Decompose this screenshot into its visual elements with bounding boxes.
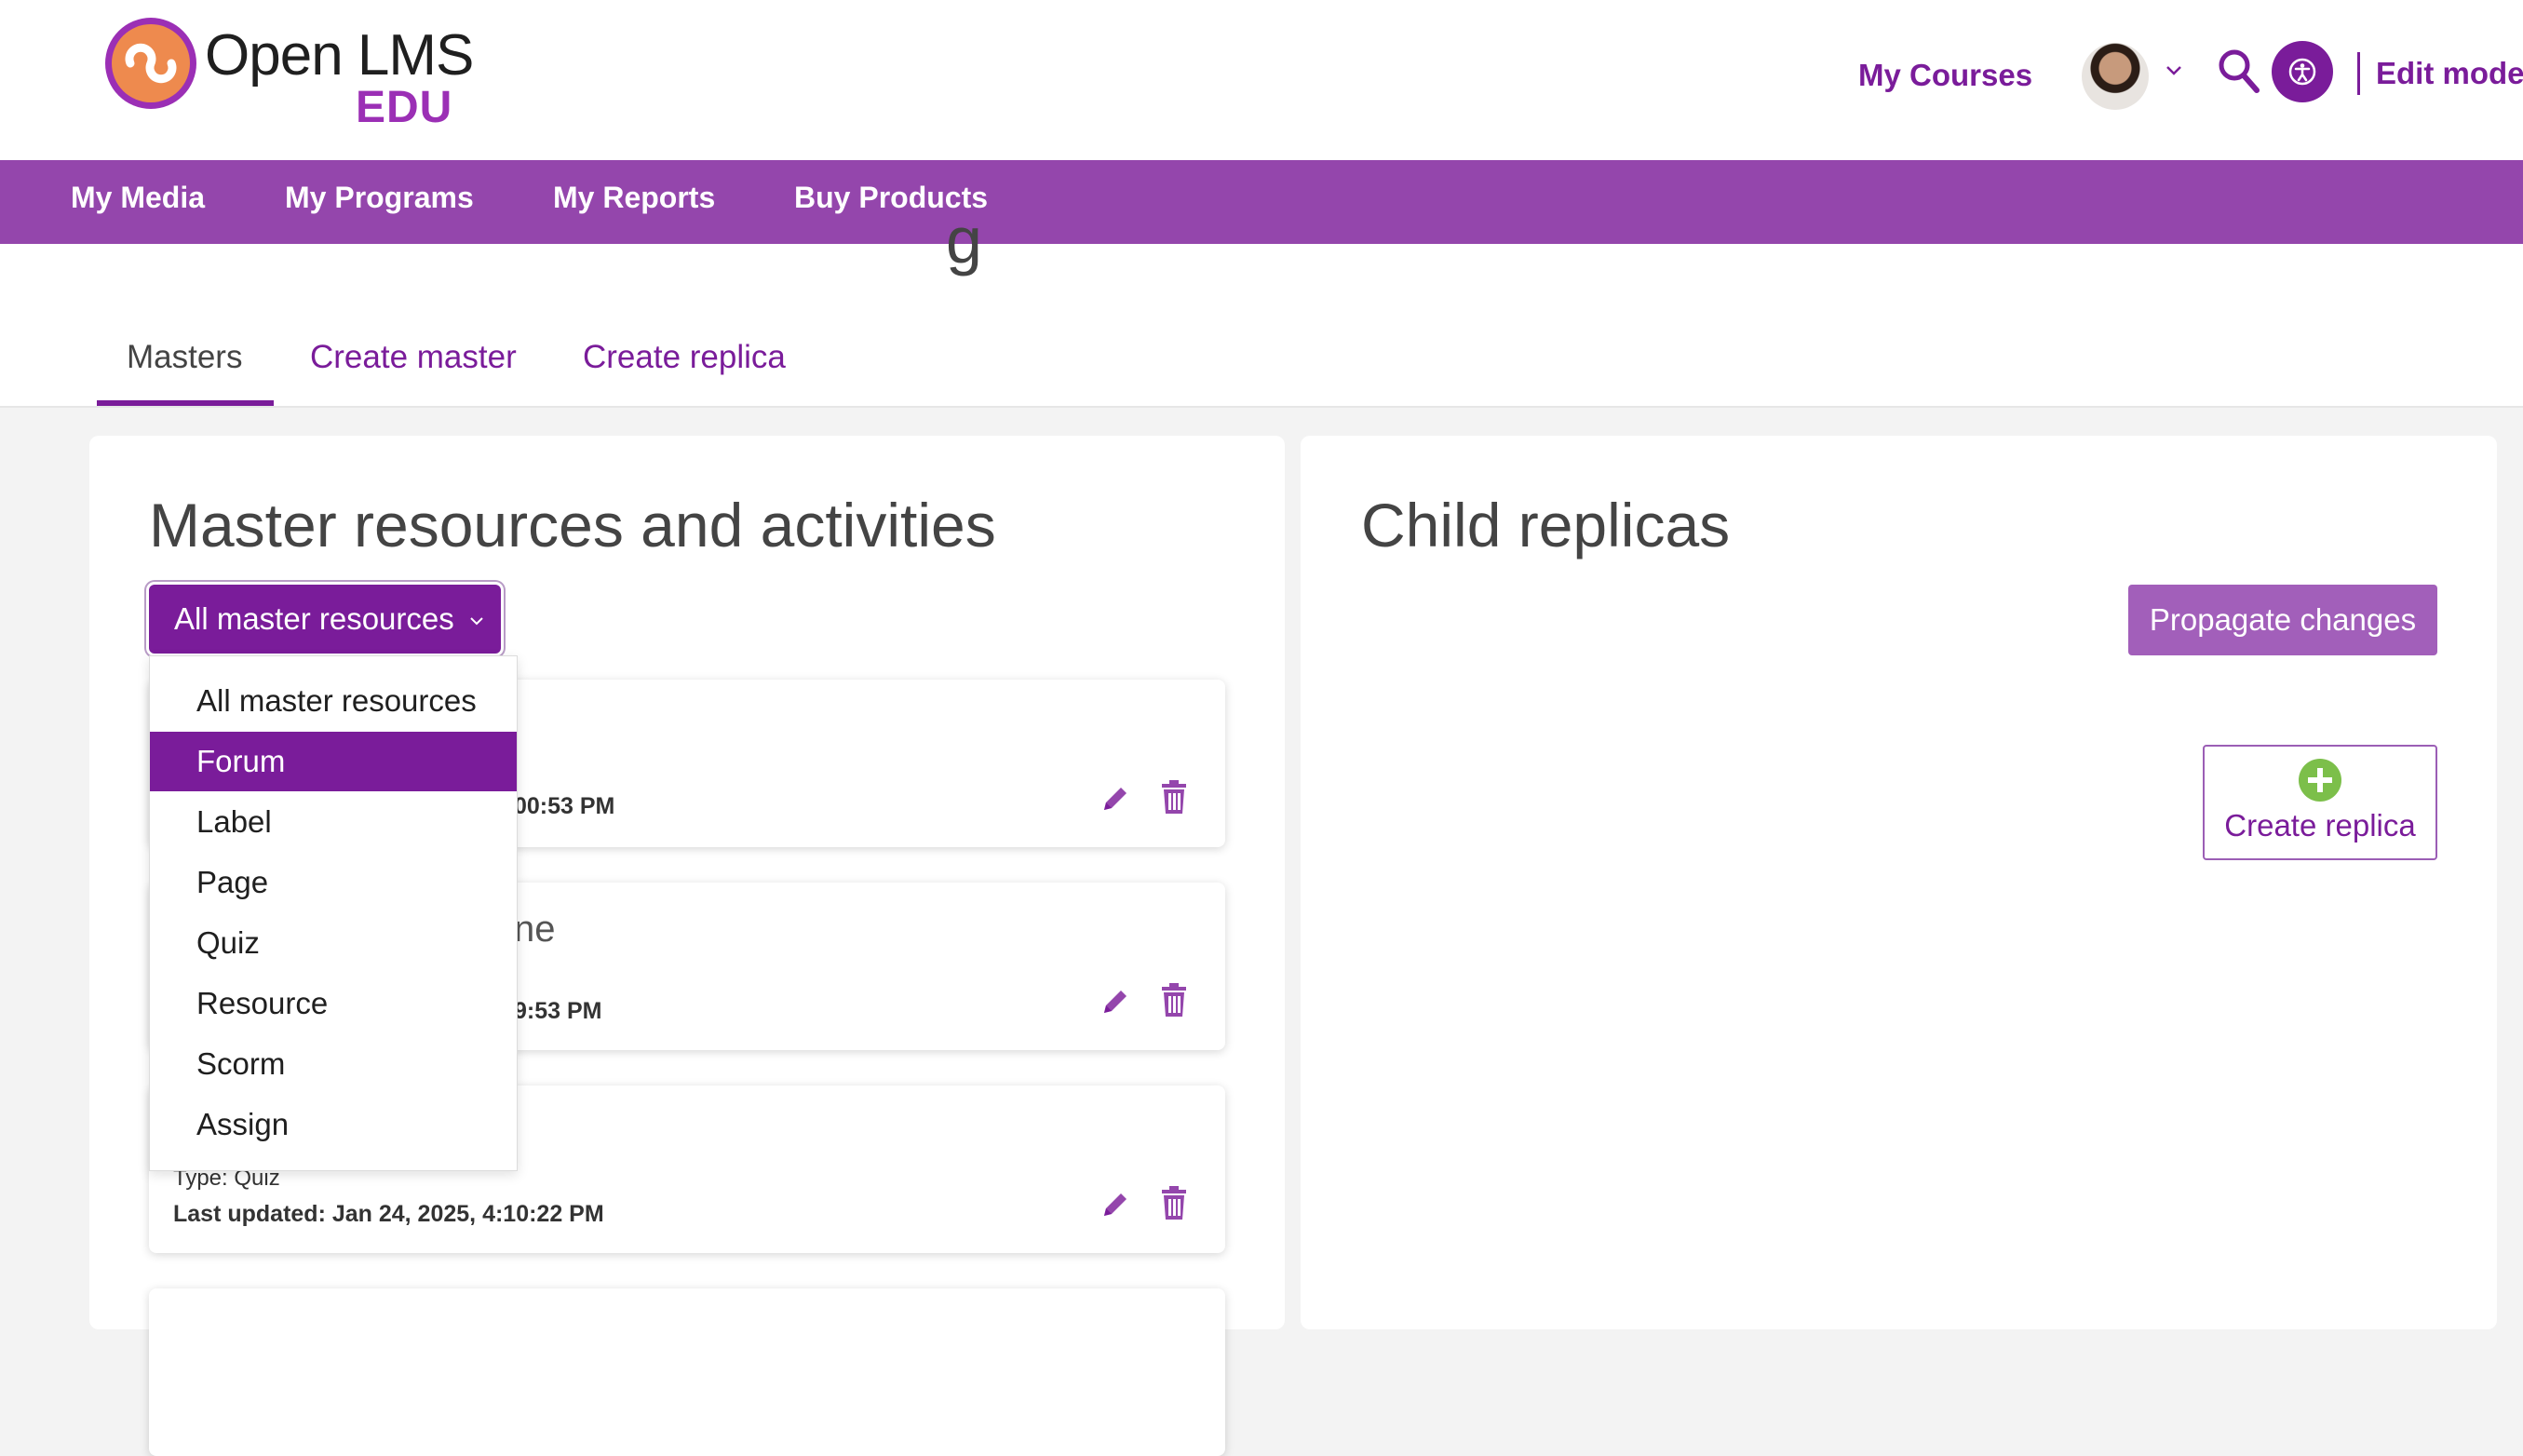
chevron-down-icon[interactable] <box>2165 65 2182 76</box>
pencil-icon[interactable] <box>1099 1188 1132 1221</box>
trash-icon[interactable] <box>1160 983 1188 1018</box>
primary-nav: My Media My Programs My Reports Buy Prod… <box>0 160 2523 244</box>
resource-filter-menu: All master resources Forum Label Page Qu… <box>149 655 518 1171</box>
chevron-down-icon <box>470 617 483 626</box>
active-tab-indicator <box>97 400 274 406</box>
trash-icon[interactable] <box>1160 780 1188 816</box>
accessibility-icon <box>2288 58 2316 86</box>
tab-create-master[interactable]: Create master <box>310 339 517 376</box>
filter-option-label[interactable]: Label <box>150 792 517 852</box>
edit-mode-toggle[interactable]: Edit mode <box>2376 56 2523 91</box>
filter-option-page[interactable]: Page <box>150 853 517 912</box>
resource-filter-dropdown[interactable]: All master resources <box>149 585 501 654</box>
filter-option-scorm[interactable]: Scorm <box>150 1034 517 1094</box>
create-replica-button[interactable]: Create replica <box>2203 745 2437 860</box>
my-courses-link[interactable]: My Courses <box>1858 58 2032 93</box>
resource-filter-label: All master resources <box>174 601 454 636</box>
logo-name: Open LMS <box>205 23 474 88</box>
card-last-updated: Last updated: Jan 24, 2025, 4:10:22 PM <box>173 1201 604 1227</box>
child-replicas-panel <box>1301 436 2497 1329</box>
accessibility-button[interactable] <box>2272 41 2333 102</box>
card-last-updated: 9:53 PM <box>514 998 602 1024</box>
site-logo[interactable]: Open LMS EDU <box>102 15 475 132</box>
nav-item-my-programs[interactable]: My Programs <box>285 181 474 215</box>
master-resources-title: Master resources and activities <box>149 491 996 559</box>
nav-item-my-media[interactable]: My Media <box>71 181 205 215</box>
filter-option-resource[interactable]: Resource <box>150 974 517 1033</box>
card-title: ne <box>514 909 556 950</box>
nav-item-my-reports[interactable]: My Reports <box>553 181 715 215</box>
header-divider <box>2357 52 2360 95</box>
trash-icon[interactable] <box>1160 1186 1188 1221</box>
master-resource-card[interactable] <box>149 1288 1225 1456</box>
tabs-band <box>0 244 2523 408</box>
plus-circle-icon <box>2299 759 2341 802</box>
logo-sub: EDU <box>356 83 453 132</box>
pencil-icon[interactable] <box>1099 782 1132 816</box>
filter-option-quiz[interactable]: Quiz <box>150 913 517 973</box>
tab-masters[interactable]: Masters <box>127 339 242 376</box>
pencil-icon[interactable] <box>1099 985 1132 1018</box>
site-header: Open LMS EDU My Courses Edit mode <box>0 0 2523 160</box>
filter-option-all[interactable]: All master resources <box>150 671 517 731</box>
search-icon[interactable] <box>2218 48 2260 95</box>
child-replicas-title: Child replicas <box>1361 491 1731 559</box>
avatar[interactable] <box>2082 43 2149 110</box>
filter-option-forum[interactable]: Forum <box>150 732 517 791</box>
create-replica-label: Create replica <box>2224 808 2416 843</box>
logo-icon <box>105 18 196 109</box>
tab-create-replica[interactable]: Create replica <box>583 339 786 376</box>
propagate-changes-button[interactable]: Propagate changes <box>2128 585 2437 655</box>
page-heading-fragment: g <box>946 204 982 276</box>
card-last-updated: 00:53 PM <box>514 793 615 819</box>
filter-option-assign[interactable]: Assign <box>150 1095 517 1154</box>
